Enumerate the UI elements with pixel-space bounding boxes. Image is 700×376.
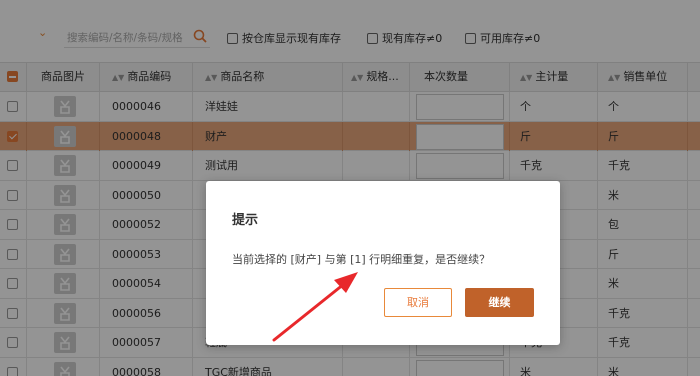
dialog-title: 提示 [232, 213, 259, 228]
cancel-button[interactable]: 取消 [384, 288, 452, 317]
dialog-message: 当前选择的 [财产] 与第 [1] 行明细重复，是否继续？ [232, 253, 491, 266]
continue-button[interactable]: 继续 [465, 288, 534, 317]
duplicate-confirm-dialog: 提示 当前选择的 [财产] 与第 [1] 行明细重复，是否继续？ 取消 继续 [206, 181, 560, 345]
